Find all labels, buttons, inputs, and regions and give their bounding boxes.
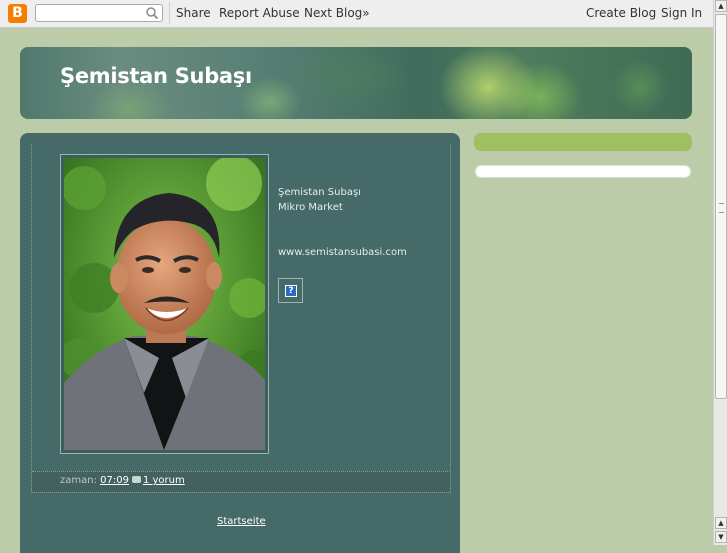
blog-post: Şemistan Subaşı Mikro Market www.semista… — [31, 144, 451, 493]
comments-link[interactable]: 1 yorum — [143, 475, 185, 486]
portrait-photo[interactable] — [64, 158, 265, 450]
create-blog-link[interactable]: Create Blog — [586, 6, 656, 20]
portrait-image — [64, 158, 265, 450]
post-meta: zaman: 07:09 1 yorum — [60, 475, 185, 486]
post-line: Mikro Market — [278, 202, 343, 213]
scroll-up-arrow-icon[interactable]: ▲ — [715, 0, 727, 12]
main-column: Şemistan Subaşı Mikro Market www.semista… — [20, 133, 460, 553]
scroll-down-arrow-icon[interactable]: ▼ — [715, 531, 727, 543]
posted-time-label: zaman: — [60, 475, 97, 486]
scrollbar-grip-icon — [719, 203, 724, 213]
navbar-divider — [169, 2, 170, 24]
sign-in-link[interactable]: Sign In — [661, 6, 702, 20]
search-input[interactable] — [40, 8, 144, 24]
blog-header: Şemistan Subaşı — [20, 47, 692, 119]
vertical-scrollbar[interactable]: ▲ ▲ ▼ — [713, 0, 727, 545]
post-line — [278, 230, 407, 245]
blogger-logo-icon[interactable]: B — [8, 4, 27, 23]
website-url: www.semistansubasi.com — [278, 247, 407, 258]
blogger-navbar: B Share Report Abuse Next Blog» Create B… — [0, 0, 713, 28]
search-box[interactable] — [35, 4, 163, 24]
post-photo-frame — [60, 154, 269, 454]
scroll-up-arrow-icon[interactable]: ▲ — [715, 517, 727, 529]
broken-image-icon: ? — [285, 285, 297, 297]
search-icon[interactable] — [145, 6, 159, 20]
share-link[interactable]: Share — [176, 6, 211, 20]
broken-image-frame: ? — [278, 278, 303, 303]
next-blog-link[interactable]: Next Blog» — [304, 6, 370, 20]
sidebar-header-bar — [474, 133, 692, 151]
post-footer: zaman: 07:09 1 yorum — [32, 471, 450, 492]
post-time-link[interactable]: 07:09 — [100, 475, 129, 486]
blog-title[interactable]: Şemistan Subaşı — [60, 64, 252, 88]
report-abuse-link[interactable]: Report Abuse — [219, 6, 300, 20]
comment-icon — [131, 476, 141, 483]
scrollbar-thumb[interactable] — [715, 14, 727, 399]
post-line: Şemistan Subaşı — [278, 187, 361, 198]
post-text: Şemistan Subaşı Mikro Market www.semista… — [278, 185, 407, 260]
post-line — [278, 215, 407, 230]
sidebar-widget-box — [475, 165, 691, 178]
home-link[interactable]: Startseite — [217, 516, 266, 527]
